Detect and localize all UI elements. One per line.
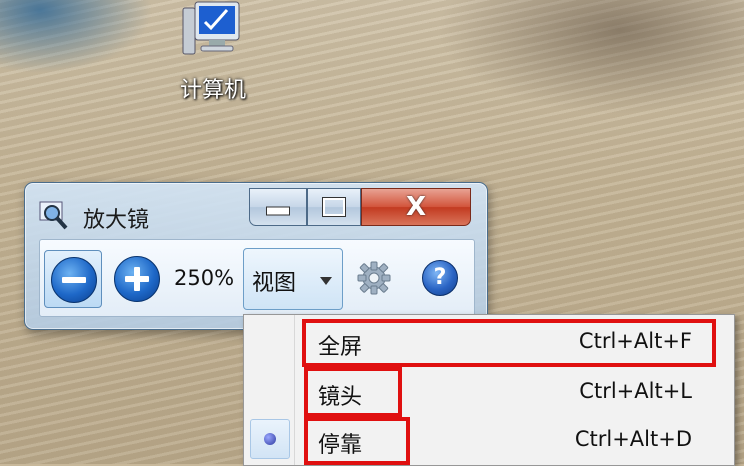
minimize-button[interactable] xyxy=(249,188,307,226)
close-button[interactable]: X xyxy=(361,188,471,226)
views-dropdown-button[interactable]: 视图 xyxy=(243,248,343,310)
menu-item-fullscreen[interactable]: 全屏 Ctrl+Alt+F xyxy=(244,317,734,367)
menu-item-label: 镜头 xyxy=(318,385,363,410)
menu-item-docked[interactable]: 停靠 Ctrl+Alt+D xyxy=(244,415,734,465)
menu-item-shortcut: Ctrl+Alt+L xyxy=(579,379,692,403)
zoom-in-icon xyxy=(114,256,160,302)
zoom-out-icon xyxy=(51,257,97,303)
zoom-in-button[interactable] xyxy=(108,250,164,306)
views-label: 视图 xyxy=(252,271,297,296)
gear-icon xyxy=(357,261,391,295)
zoom-out-button[interactable] xyxy=(44,250,102,308)
maximize-icon xyxy=(322,197,346,217)
desktop-icon-label: 计算机 xyxy=(179,78,246,103)
window-title: 放大镜 xyxy=(83,208,150,233)
help-icon: ? xyxy=(433,265,447,290)
selected-indicator xyxy=(250,419,290,459)
computer-icon xyxy=(181,0,245,60)
close-icon: X xyxy=(405,192,427,222)
magnifier-window: 放大镜 X 250% 视图 ? xyxy=(24,182,488,330)
settings-button[interactable] xyxy=(356,260,392,296)
zoom-level-text: 250% xyxy=(174,266,235,290)
desktop-icon-computer[interactable]: 计算机 xyxy=(168,0,258,104)
magnifier-toolbar: 250% 视图 ? xyxy=(39,239,475,317)
chevron-down-icon xyxy=(320,277,332,285)
menu-item-lens[interactable]: 镜头 Ctrl+Alt+L xyxy=(244,367,734,417)
radio-dot-icon xyxy=(264,433,276,445)
menu-item-label: 停靠 xyxy=(318,433,363,458)
help-button[interactable]: ? xyxy=(422,260,458,296)
menu-item-shortcut: Ctrl+Alt+F xyxy=(578,329,692,353)
minimize-icon xyxy=(266,206,290,216)
maximize-button[interactable] xyxy=(307,188,361,226)
views-menu: 全屏 Ctrl+Alt+F 镜头 Ctrl+Alt+L 停靠 Ctrl+Alt+… xyxy=(243,314,735,466)
menu-item-label: 全屏 xyxy=(318,335,363,360)
menu-item-shortcut: Ctrl+Alt+D xyxy=(574,427,692,451)
magnifier-icon xyxy=(39,201,69,231)
